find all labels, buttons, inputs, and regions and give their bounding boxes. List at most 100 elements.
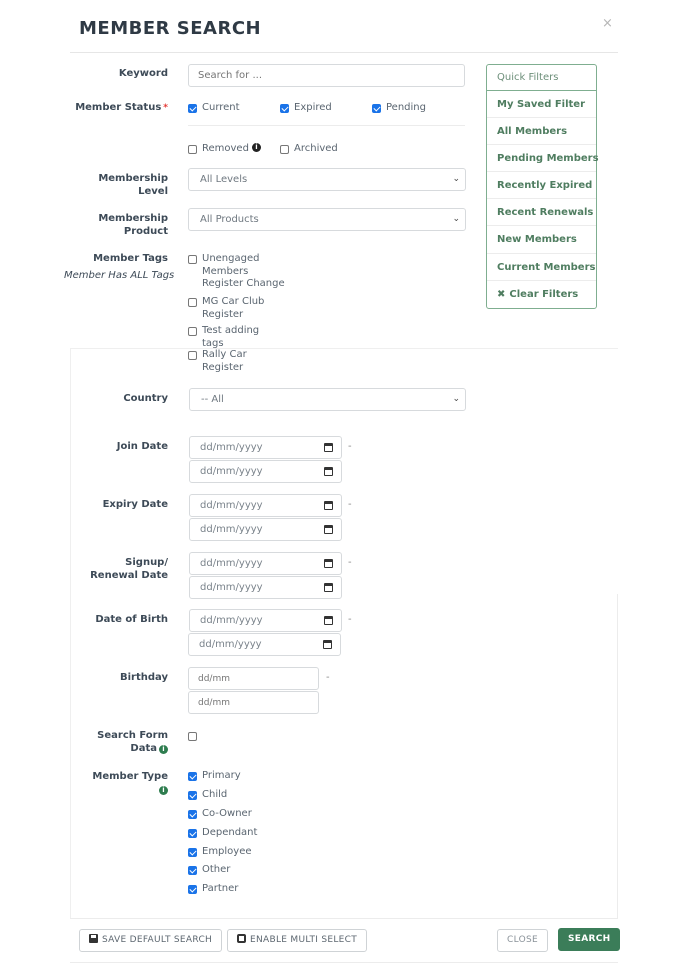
birthday-to-input[interactable] (188, 691, 319, 714)
quick-filters-header: Quick Filters (487, 65, 596, 91)
quick-filter-current-members[interactable]: Current Members (487, 254, 596, 281)
member-type-partner-checkbox[interactable]: Partner (188, 883, 238, 896)
checkbox-checked[interactable] (372, 104, 381, 113)
tag-label-line: Register Change (202, 278, 285, 289)
status-expired-checkbox[interactable]: Expired (280, 102, 332, 115)
tag-checkbox-unengaged-members[interactable]: Unengaged Members Register Change (188, 253, 285, 291)
calendar-icon[interactable] (324, 583, 333, 592)
status-archived-checkbox[interactable]: Archived (280, 143, 338, 156)
calendar-icon[interactable] (324, 501, 333, 510)
panel-border (617, 594, 618, 918)
calendar-icon[interactable] (324, 559, 333, 568)
tag-label-line: Test adding (202, 325, 260, 336)
checkbox-checked[interactable] (280, 104, 289, 113)
checkbox-unchecked[interactable] (280, 145, 289, 154)
birthday-label: Birthday (120, 672, 168, 683)
checkbox-checked[interactable] (188, 104, 197, 113)
quick-filter-clear-filters[interactable]: ✖ Clear Filters (487, 281, 596, 308)
square-icon (237, 934, 246, 943)
range-separator: - (348, 614, 352, 625)
search-form-data-checkbox[interactable] (188, 730, 202, 741)
tag-label: Test adding tags (202, 325, 259, 350)
calendar-icon[interactable] (324, 467, 333, 476)
member-type-co-owner-checkbox[interactable]: Co-Owner (188, 808, 252, 821)
chevron-down-icon: ⌄ (452, 174, 460, 184)
header-divider (70, 52, 618, 53)
dob-from-input[interactable]: dd/mm/yyyy (189, 609, 342, 632)
status-pending-label: Pending (386, 102, 426, 113)
tag-checkbox-test-adding-tags[interactable]: Test adding tags (188, 325, 259, 350)
date-placeholder: dd/mm/yyyy (200, 582, 263, 593)
membership-level-select[interactable]: All Levels ⌄ (188, 168, 466, 191)
checkbox-unchecked[interactable] (188, 298, 197, 307)
close-icon[interactable]: × (602, 16, 613, 31)
checkbox-unchecked[interactable] (188, 145, 197, 154)
label-line: Signup/ (125, 557, 168, 568)
status-removed-checkbox[interactable]: Removed i (188, 143, 261, 156)
checkbox-unchecked[interactable] (188, 327, 197, 336)
calendar-icon[interactable] (324, 443, 333, 452)
expiry-date-from-input[interactable]: dd/mm/yyyy (189, 494, 342, 517)
tag-checkbox-rally-car-register[interactable]: Rally Car Register (188, 349, 247, 374)
checkbox-checked[interactable] (188, 772, 197, 781)
join-date-from-input[interactable]: dd/mm/yyyy (189, 436, 342, 459)
enable-multi-select-button[interactable]: ENABLE MULTI SELECT (227, 929, 368, 952)
save-default-search-button[interactable]: SAVE DEFAULT SEARCH (79, 929, 223, 952)
checkbox-checked[interactable] (188, 866, 197, 875)
date-placeholder: dd/mm/yyyy (200, 524, 263, 535)
checkbox-unchecked[interactable] (188, 255, 197, 264)
keyword-input[interactable] (188, 64, 465, 87)
calendar-icon[interactable] (324, 616, 333, 625)
quick-filter-recently-expired[interactable]: Recently Expired (487, 172, 596, 200)
status-pending-checkbox[interactable]: Pending (372, 102, 426, 115)
member-type-other-checkbox[interactable]: Other (188, 864, 230, 877)
country-select[interactable]: -- All ⌄ (189, 388, 466, 411)
member-status-label-text: Member Status (75, 102, 162, 113)
quick-filter-recent-renewals[interactable]: Recent Renewals (487, 199, 596, 227)
calendar-icon[interactable] (324, 525, 333, 534)
checkbox-unchecked[interactable] (188, 732, 197, 741)
status-removed-label: Removed (202, 143, 249, 154)
quick-filter-pending-members[interactable]: Pending Members (487, 145, 599, 173)
checkbox-checked[interactable] (188, 810, 197, 819)
date-placeholder: dd/mm/yyyy (200, 466, 263, 477)
member-type-child-checkbox[interactable]: Child (188, 789, 227, 802)
checkbox-unchecked[interactable] (188, 351, 197, 360)
join-date-to-input[interactable]: dd/mm/yyyy (189, 460, 342, 483)
calendar-icon[interactable] (323, 640, 332, 649)
signup-renewal-date-label: Signup/Renewal Date (90, 557, 168, 582)
membership-product-select[interactable]: All Products ⌄ (188, 208, 466, 231)
member-type-dependant-checkbox[interactable]: Dependant (188, 827, 257, 840)
member-type-label-text: Co-Owner (202, 808, 252, 819)
info-icon[interactable]: i (159, 785, 168, 795)
checkbox-checked[interactable] (188, 885, 197, 894)
advanced-filters-panel (70, 348, 618, 918)
info-icon[interactable]: i (251, 143, 261, 152)
tag-label-line: Rally Car (202, 349, 247, 360)
chevron-down-icon: ⌄ (452, 394, 460, 404)
member-type-label-text: Primary (202, 770, 241, 781)
member-type-label: Member Type i (92, 771, 168, 796)
dob-to-input[interactable]: dd/mm/yyyy (188, 633, 341, 656)
status-current-label: Current (202, 102, 240, 113)
signup-date-from-input[interactable]: dd/mm/yyyy (189, 552, 342, 575)
quick-filter-all-members[interactable]: All Members (487, 118, 596, 146)
expiry-date-to-input[interactable]: dd/mm/yyyy (189, 518, 342, 541)
tags-mode-value: Member Has ALL Tags (64, 270, 175, 281)
checkbox-checked[interactable] (188, 848, 197, 857)
checkbox-checked[interactable] (188, 791, 197, 800)
quick-filter-new-members[interactable]: New Members (487, 226, 596, 254)
status-current-checkbox[interactable]: Current (188, 102, 240, 115)
close-button[interactable]: CLOSE (497, 929, 548, 952)
birthday-from-input[interactable] (188, 667, 319, 690)
member-type-employee-checkbox[interactable]: Employee (188, 846, 252, 859)
clear-icon: ✖ (497, 288, 506, 300)
info-icon[interactable]: i (159, 744, 168, 754)
checkbox-checked[interactable] (188, 829, 197, 838)
signup-date-to-input[interactable]: dd/mm/yyyy (189, 576, 342, 599)
tags-match-mode-select[interactable]: Member Has ALL Tags ⌄ (64, 270, 180, 281)
quick-filter-my-saved-filter[interactable]: My Saved Filter (487, 91, 596, 119)
search-button[interactable]: SEARCH (558, 928, 621, 951)
tag-checkbox-mg-car-club[interactable]: MG Car Club Register (188, 296, 264, 321)
member-type-primary-checkbox[interactable]: Primary (188, 770, 241, 783)
